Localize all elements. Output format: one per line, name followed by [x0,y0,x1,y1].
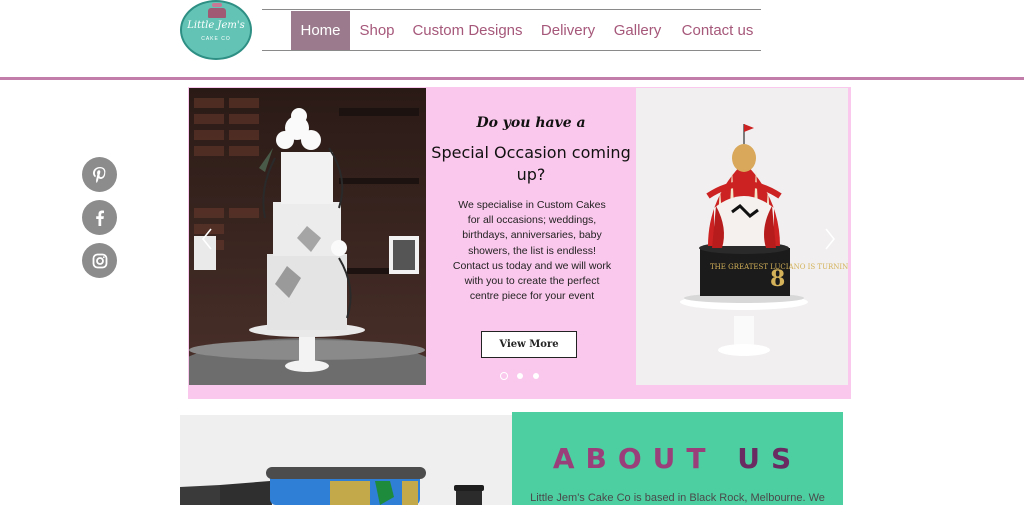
site-logo[interactable]: Little Jem's CAKE CO [180,0,252,60]
logo-text: Little Jem's [187,20,245,31]
slide-dot-3[interactable] [533,373,539,379]
site-header: Little Jem's CAKE CO Home Shop Custom De… [0,0,1024,80]
wedding-cake-photo [189,88,426,385]
train-cake-photo [180,415,512,505]
hero-slider: Do you have a Special Occasion coming up… [188,87,851,399]
slide-dot-1[interactable] [500,372,508,380]
header-divider [0,77,1024,80]
nav-item-gallery[interactable]: Gallery [610,11,665,50]
cake-logo-icon [208,3,226,18]
slider-pagination [500,372,550,383]
about-heading-part1: ABOUT [552,442,717,475]
main-nav: Home Shop Custom Designs Delivery Galler… [262,9,761,51]
view-more-button[interactable]: View More [481,331,577,358]
nav-item-custom-designs[interactable]: Custom Designs [410,11,525,50]
nav-item-contact-us[interactable]: Contact us [678,11,757,50]
about-us-section: ABOUT US Little Jem's Cake Co is based i… [512,412,843,505]
hero-body-text: We specialise in Custom Cakes for all oc… [452,199,612,303]
nav-item-home[interactable]: Home [291,11,350,50]
about-us-text: Little Jem's Cake Co is based in Black R… [530,492,825,504]
nav-item-shop[interactable]: Shop [355,11,399,50]
pinterest-link[interactable] [82,157,117,192]
instagram-icon [92,253,107,268]
slide-dot-2[interactable] [517,373,523,379]
slider-prev-arrow[interactable] [200,227,214,251]
about-us-heading: ABOUT US [512,442,843,475]
nav-item-delivery[interactable]: Delivery [536,11,600,50]
instagram-link[interactable] [82,243,117,278]
hero-heading: Special Occasion coming up? [431,143,631,184]
pinterest-icon [92,166,105,183]
hero-script-text: Do you have a [476,115,586,131]
slider-next-arrow[interactable] [823,227,837,251]
facebook-link[interactable] [82,200,117,235]
facebook-icon [95,210,104,226]
about-heading-part2: US [737,442,803,475]
logo-subtext: CAKE CO [201,36,231,42]
circus-cake-photo: THE GREATEST LUCIANO IS TURNING 8 [636,88,848,385]
cake-number-text: 8 [770,266,785,292]
